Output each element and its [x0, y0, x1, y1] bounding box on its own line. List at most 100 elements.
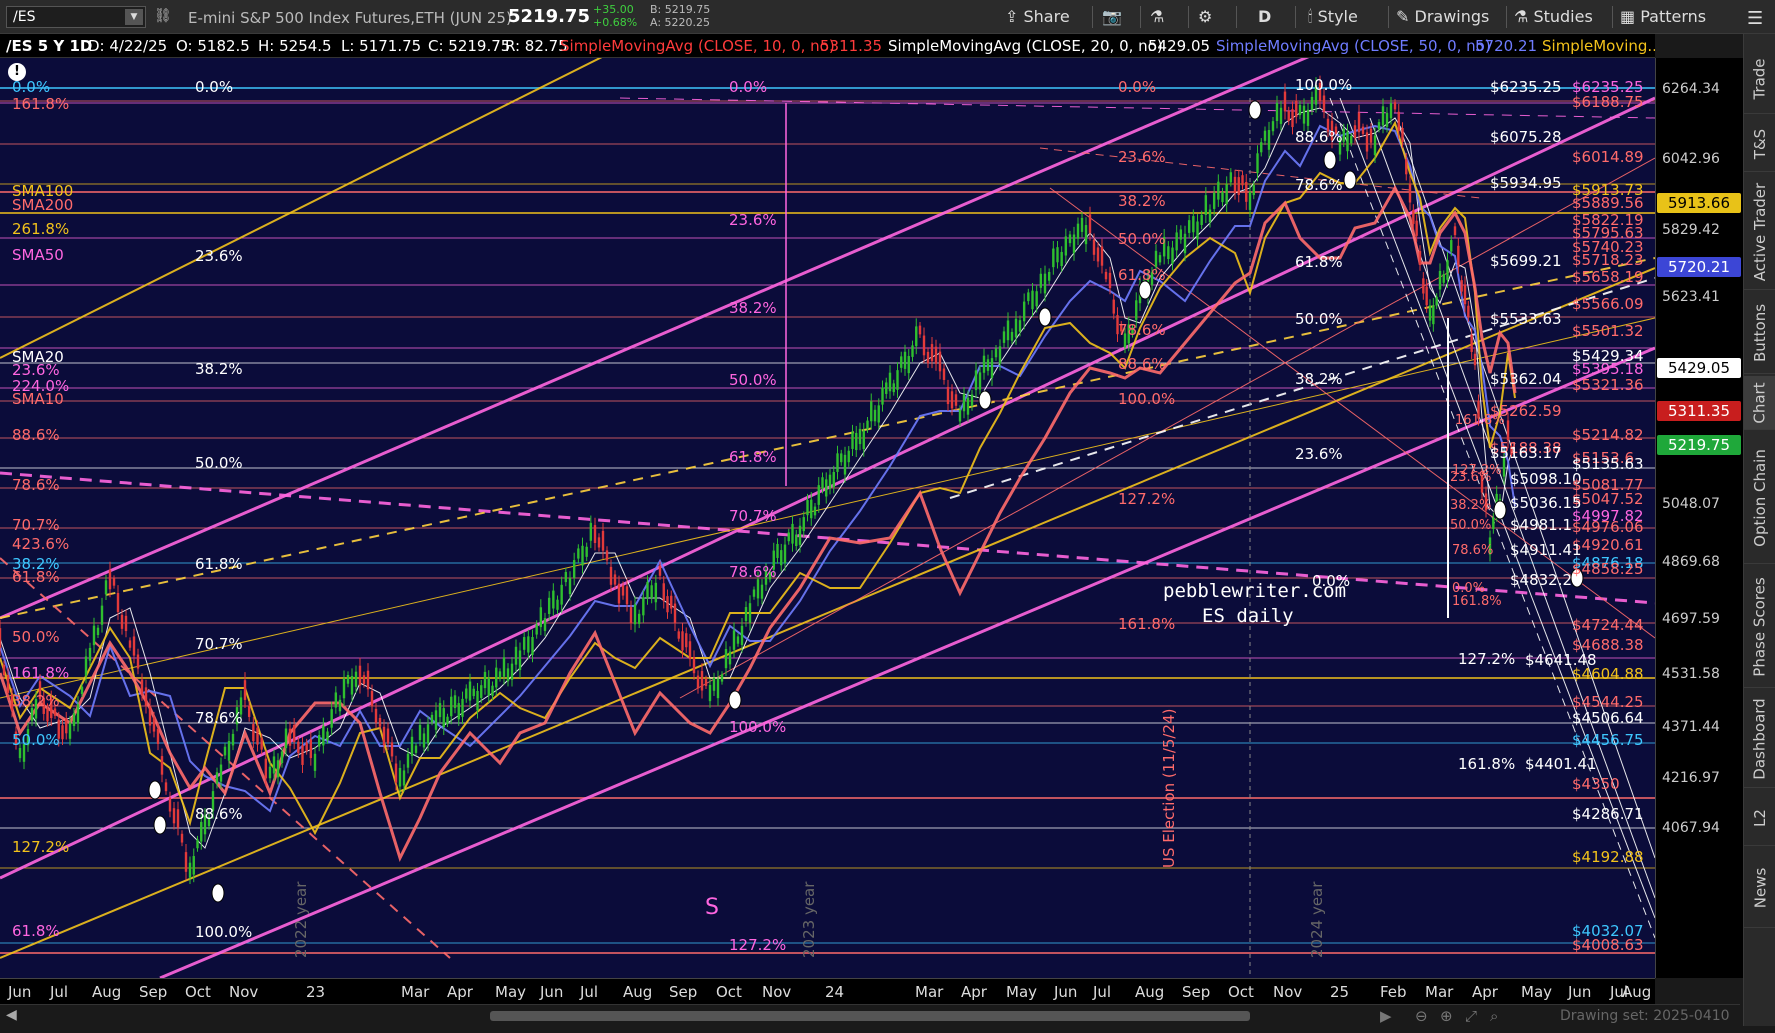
candle-body	[184, 852, 188, 872]
drawing-set-label[interactable]: Drawing set: 2025-0410	[1560, 1008, 1730, 1024]
candle-body	[708, 684, 712, 702]
candle-body	[1052, 248, 1055, 268]
side-tab-label: Option Chain	[1751, 448, 1769, 547]
fib-label-mid: 50.0%	[195, 454, 243, 472]
side-tab-t-s[interactable]: T&S	[1744, 116, 1775, 172]
zoom-out-icon[interactable]: ⊖	[1415, 1007, 1428, 1025]
settings-button[interactable]: ⚙	[1198, 7, 1212, 29]
candle-body	[1080, 217, 1084, 232]
candle-body	[1267, 130, 1271, 150]
candle-body	[92, 625, 96, 646]
side-tab-dashboard[interactable]: Dashboard	[1744, 690, 1775, 788]
candle-body	[309, 739, 313, 759]
menu-icon[interactable]: ☰	[1747, 8, 1763, 29]
patterns-button[interactable]: ▦ Patterns	[1620, 7, 1706, 29]
reset-zoom-icon[interactable]: ⤢	[1465, 1007, 1477, 1025]
fib-label-far: 61.8%	[1295, 253, 1343, 271]
bar-range: R: 82.75	[505, 37, 568, 55]
candle-body	[982, 355, 986, 373]
sma-more-label[interactable]: SimpleMoving...	[1542, 37, 1655, 55]
candle-body	[1039, 273, 1043, 288]
level-label: $4008.63	[1572, 936, 1644, 954]
candle-body	[256, 727, 259, 745]
side-tab-phase-scores[interactable]: Phase Scores	[1744, 566, 1775, 688]
side-tab-news[interactable]: News	[1744, 848, 1775, 928]
level-label: $6014.89	[1572, 148, 1644, 166]
candle-body	[418, 724, 422, 741]
sma20-value: 5429.05	[1148, 37, 1211, 55]
alert-icon[interactable]: !	[8, 63, 26, 81]
symbol-input[interactable]: /ES ▼	[6, 6, 146, 28]
level-label: $5135.63	[1572, 455, 1644, 473]
candle-body	[843, 454, 847, 475]
sma20-label[interactable]: SimpleMovingAvg (CLOSE, 20, 0, no)	[888, 37, 1163, 55]
last-price: 5219.75	[508, 6, 590, 27]
sma10-label[interactable]: SimpleMovingAvg (CLOSE, 10, 0, no)	[560, 37, 835, 55]
symbol-dropdown-icon[interactable]: ▼	[125, 9, 143, 25]
fib-label-left: 261.8%	[12, 220, 70, 238]
candle-body	[390, 742, 394, 757]
fib-label-right: 61.8%	[1118, 266, 1166, 284]
point-marker	[728, 690, 742, 710]
candle-body	[483, 671, 487, 689]
candle-body	[1112, 299, 1115, 314]
zoom-in-icon[interactable]: ⊕	[1440, 1007, 1453, 1025]
toolbar-divider	[1140, 6, 1141, 28]
candle-body	[870, 401, 873, 422]
flask-button[interactable]: ⚗	[1150, 7, 1164, 29]
aggregation-button[interactable]: D	[1258, 7, 1271, 29]
link-icon[interactable]: ⛓	[154, 8, 172, 24]
point-marker	[1248, 100, 1262, 120]
candle-body	[350, 675, 354, 695]
candle-body	[922, 335, 926, 356]
candle-body	[873, 409, 877, 422]
candle-body	[740, 625, 744, 645]
chart-scrollbar[interactable]: ◀ ▶ ⊖ ⊕ ⤢ ⌕ Drawing set: 2025-0410	[0, 1004, 1740, 1026]
candle-body	[382, 726, 386, 746]
level-label: $5163.17	[1490, 444, 1562, 462]
share-button[interactable]: ⇪ Share	[1005, 7, 1070, 29]
candle-body	[18, 747, 22, 759]
candle-body	[802, 517, 805, 532]
sma50-value: 5720.21	[1475, 37, 1538, 55]
fib-label-left: 161.8%	[12, 664, 70, 682]
sma50-label[interactable]: SimpleMovingAvg (CLOSE, 50, 0, no)	[1216, 37, 1491, 55]
drawings-button[interactable]: ✎ Drawings	[1396, 7, 1489, 29]
snapshot-button[interactable]: 📷	[1102, 7, 1122, 29]
bid-ask: B: 5219.75 A: 5220.25	[650, 3, 710, 29]
side-tab-chart[interactable]: Chart	[1744, 376, 1775, 430]
scroll-left-icon[interactable]: ◀	[6, 1007, 17, 1023]
price-axis[interactable]: 6264.34 6042.96 5829.42 5623.41 5048.07 4869.…	[1655, 58, 1743, 978]
candle-body	[243, 680, 247, 700]
side-tab-active-trader[interactable]: Active Trader	[1744, 174, 1775, 290]
style-button[interactable]: 🕯 Style	[1308, 7, 1358, 29]
studies-button[interactable]: ⚗ Studies	[1514, 7, 1593, 29]
candle-body	[156, 728, 160, 744]
time-tick: Apr	[1472, 983, 1498, 1001]
candle-body	[1229, 172, 1233, 183]
fib-label-far: 38.2%	[1295, 370, 1343, 388]
time-tick: Aug	[1622, 983, 1652, 1001]
side-tab-label: Chart	[1751, 381, 1770, 424]
candle-body	[284, 728, 288, 749]
time-axis[interactable]: Jun Jul Aug Sep Oct Nov 23 Mar Apr May Jun Jul Aug Se…	[0, 978, 1655, 1004]
level-label: $5658.19	[1572, 268, 1644, 286]
candle-body	[370, 690, 374, 707]
side-tab-trade[interactable]: Trade	[1744, 44, 1775, 114]
zoom-magnifier-icon[interactable]: ⌕	[1490, 1007, 1498, 1025]
price-tag: 5913.66	[1657, 193, 1741, 213]
candle-body	[120, 614, 124, 629]
chart-canvas[interactable]: 0.0% 161.8% SMA100 SMA200 261.8% SMA50 S…	[0, 58, 1655, 978]
side-tab-buttons[interactable]: Buttons	[1744, 292, 1775, 374]
candle-body	[926, 351, 930, 364]
side-tab-l-[interactable]: L2	[1744, 790, 1775, 846]
scroll-thumb[interactable]	[490, 1011, 1250, 1021]
candle-body	[670, 595, 673, 609]
side-tab-option-chain[interactable]: Option Chain	[1744, 432, 1775, 564]
candle-body	[330, 709, 333, 728]
price-chart[interactable]	[0, 58, 1655, 978]
price-tick: 4371.44	[1662, 719, 1720, 735]
candle-body	[1084, 225, 1088, 245]
candle-body	[414, 745, 418, 753]
scroll-right-icon[interactable]: ▶	[1380, 1007, 1392, 1025]
